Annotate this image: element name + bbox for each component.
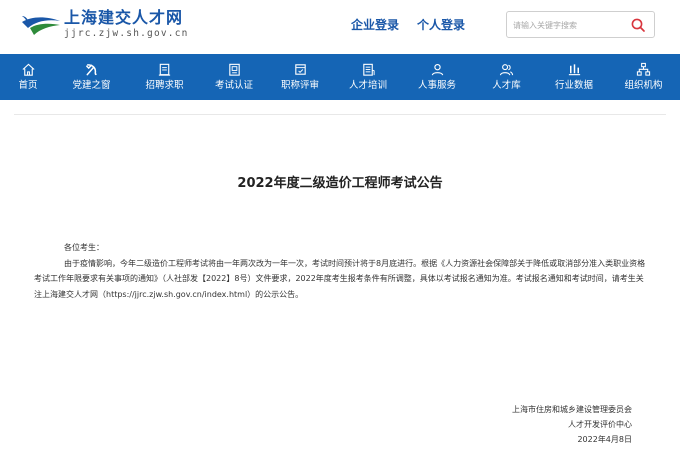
review-icon xyxy=(294,64,306,75)
nav-label: 党建之窗 xyxy=(72,80,111,91)
article-paragraph: 由于疫情影响，今年二级造价工程师考试将由一年两次改为一年一次，考试时间预计将于8… xyxy=(34,258,646,299)
nav-item-title-review[interactable]: 职称评审 xyxy=(266,54,334,100)
nav-item-organization[interactable]: 组织机构 xyxy=(607,54,680,100)
logo-title: 上海建交人才网 xyxy=(64,8,184,27)
users-icon xyxy=(499,64,514,76)
search-icon[interactable] xyxy=(630,17,646,33)
nav-label: 行业数据 xyxy=(554,80,593,91)
nav-item-party[interactable]: 党建之窗 xyxy=(56,54,127,100)
search-box xyxy=(506,11,655,38)
clipboard-icon xyxy=(158,63,171,76)
bar-chart-icon xyxy=(568,64,580,76)
nav-item-talent-pool[interactable]: 人才库 xyxy=(472,54,541,100)
signature-dept: 人才开发评价中心 xyxy=(568,420,632,429)
nav-item-jobs[interactable]: 招聘求职 xyxy=(127,54,202,100)
signature-org: 上海市住房和城乡建设管理委员会 xyxy=(512,405,632,414)
nav-label: 组织机构 xyxy=(624,80,663,91)
nav-item-home[interactable]: 首页 xyxy=(0,54,56,100)
nav-item-hr-service[interactable]: 人事服务 xyxy=(402,54,472,100)
nav-item-training[interactable]: 人才培训 xyxy=(334,54,402,100)
divider xyxy=(14,114,666,115)
nav-label: 人才培训 xyxy=(348,80,387,91)
building-icon xyxy=(362,63,375,76)
login-links: 企业登录 个人登录 xyxy=(351,16,465,33)
nav-item-industry-data[interactable]: 行业数据 xyxy=(541,54,607,100)
signature-date: 2022年4月8日 xyxy=(577,435,632,444)
party-icon xyxy=(86,64,97,76)
personal-login-link[interactable]: 个人登录 xyxy=(417,16,465,33)
article-body: 各位考生： 由于疫情影响，今年二级造价工程师考试将由一年两次改为一年一次，考试时… xyxy=(34,240,646,302)
search-input[interactable] xyxy=(513,16,625,34)
home-icon xyxy=(21,63,35,76)
site-header: 上海建交人才网 jjrc.zjw.sh.gov.cn 企业登录 个人登录 xyxy=(0,0,680,52)
org-chart-icon xyxy=(636,62,651,76)
nav-label: 职称评审 xyxy=(280,80,319,91)
site-logo[interactable]: 上海建交人才网 jjrc.zjw.sh.gov.cn xyxy=(20,8,189,40)
user-icon xyxy=(431,63,443,76)
nav-label: 招聘求职 xyxy=(145,80,184,91)
certificate-icon xyxy=(228,63,240,76)
salutation: 各位考生： xyxy=(64,243,104,252)
company-login-link[interactable]: 企业登录 xyxy=(351,16,399,33)
nav-label: 人事服务 xyxy=(417,80,456,91)
article-title: 2022年度二级造价工程师考试公告 xyxy=(237,176,443,191)
logo-url: jjrc.zjw.sh.gov.cn xyxy=(64,28,189,39)
nav-label: 首页 xyxy=(18,80,38,91)
nav-item-exam[interactable]: 考试认证 xyxy=(202,54,266,100)
logo-swoosh-icon xyxy=(20,8,62,40)
nav-label: 考试认证 xyxy=(214,80,253,91)
signature-block: 上海市住房和城乡建设管理委员会 人才开发评价中心 2022年4月8日 xyxy=(512,402,632,447)
nav-label: 人才库 xyxy=(492,80,521,91)
main-nav: 首页 党建之窗 招聘求职 考试认证 职称评审 人才培训 人事服务 人才库 行业数… xyxy=(0,54,680,100)
